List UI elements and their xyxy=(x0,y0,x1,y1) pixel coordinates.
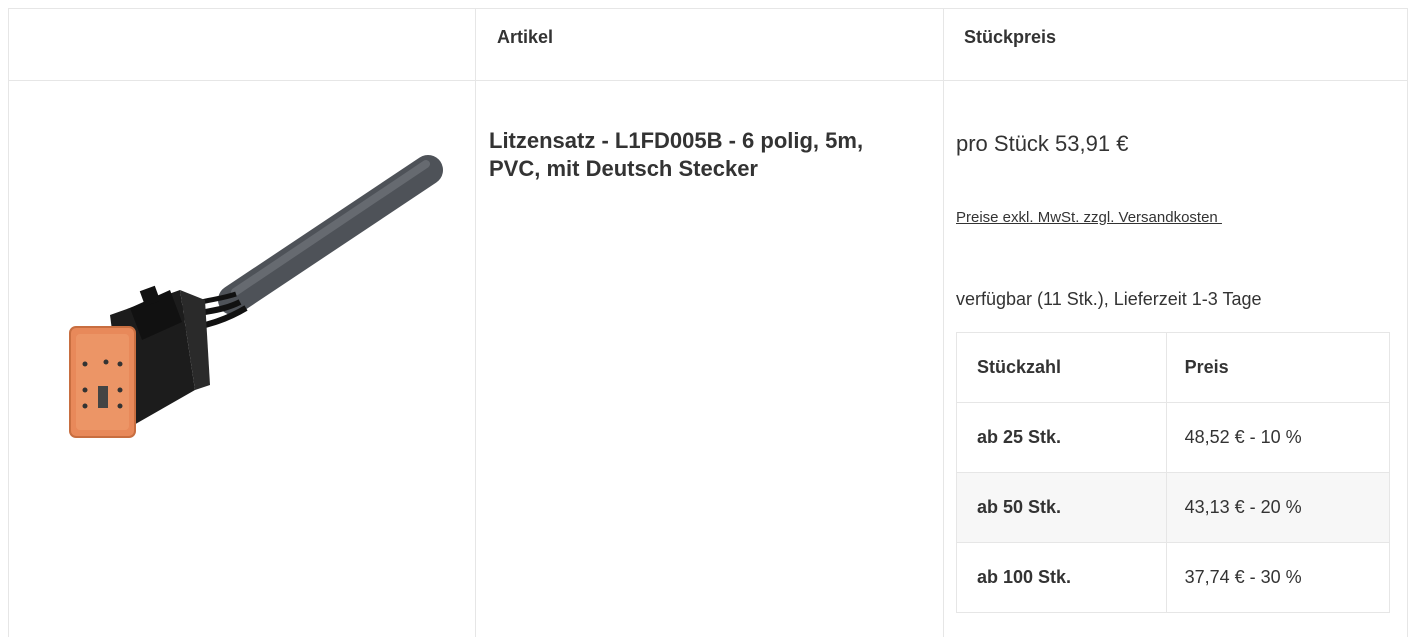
column-divider xyxy=(943,9,944,637)
tier-qty: ab 25 Stk. xyxy=(956,402,1167,473)
tier-header-price: Preis xyxy=(1165,332,1391,403)
harness-connector-image xyxy=(69,155,443,438)
tier-price: 43,13 € - 20 % xyxy=(1165,472,1391,543)
tier-row: ab 25 Stk. 48,52 € - 10 % xyxy=(956,402,1391,473)
tier-price: 48,52 € - 10 % xyxy=(1165,402,1391,473)
tier-price-table: Stückzahl Preis ab 25 Stk. 48,52 € - 10 … xyxy=(956,332,1391,613)
unit-price: pro Stück 53,91 € xyxy=(956,131,1129,156)
price-note-link[interactable]: Preise exkl. MwSt. zzgl. Versandkosten xyxy=(956,209,1222,226)
product-title: Litzensatz - L1FD005B - 6 polig, 5m, PVC… xyxy=(489,128,864,181)
tier-row: ab 100 Stk. 37,74 € - 30 % xyxy=(956,542,1391,613)
tier-qty: ab 50 Stk. xyxy=(956,472,1167,543)
tier-qty: ab 100 Stk. xyxy=(956,542,1167,613)
availability-text: verfügbar (11 Stk.), Lieferzeit 1-3 Tage xyxy=(956,289,1262,309)
tier-header-qty: Stückzahl xyxy=(956,332,1167,403)
product-image[interactable] xyxy=(30,140,450,460)
header-divider xyxy=(9,80,1407,81)
header-stueckpreis: Stückpreis xyxy=(964,27,1057,47)
column-divider xyxy=(475,9,476,637)
header-artikel: Artikel xyxy=(497,27,554,47)
tier-header-row: Stückzahl Preis xyxy=(956,332,1391,403)
tier-row: ab 50 Stk. 43,13 € - 20 % xyxy=(956,472,1391,543)
tier-price: 37,74 € - 30 % xyxy=(1165,542,1391,613)
